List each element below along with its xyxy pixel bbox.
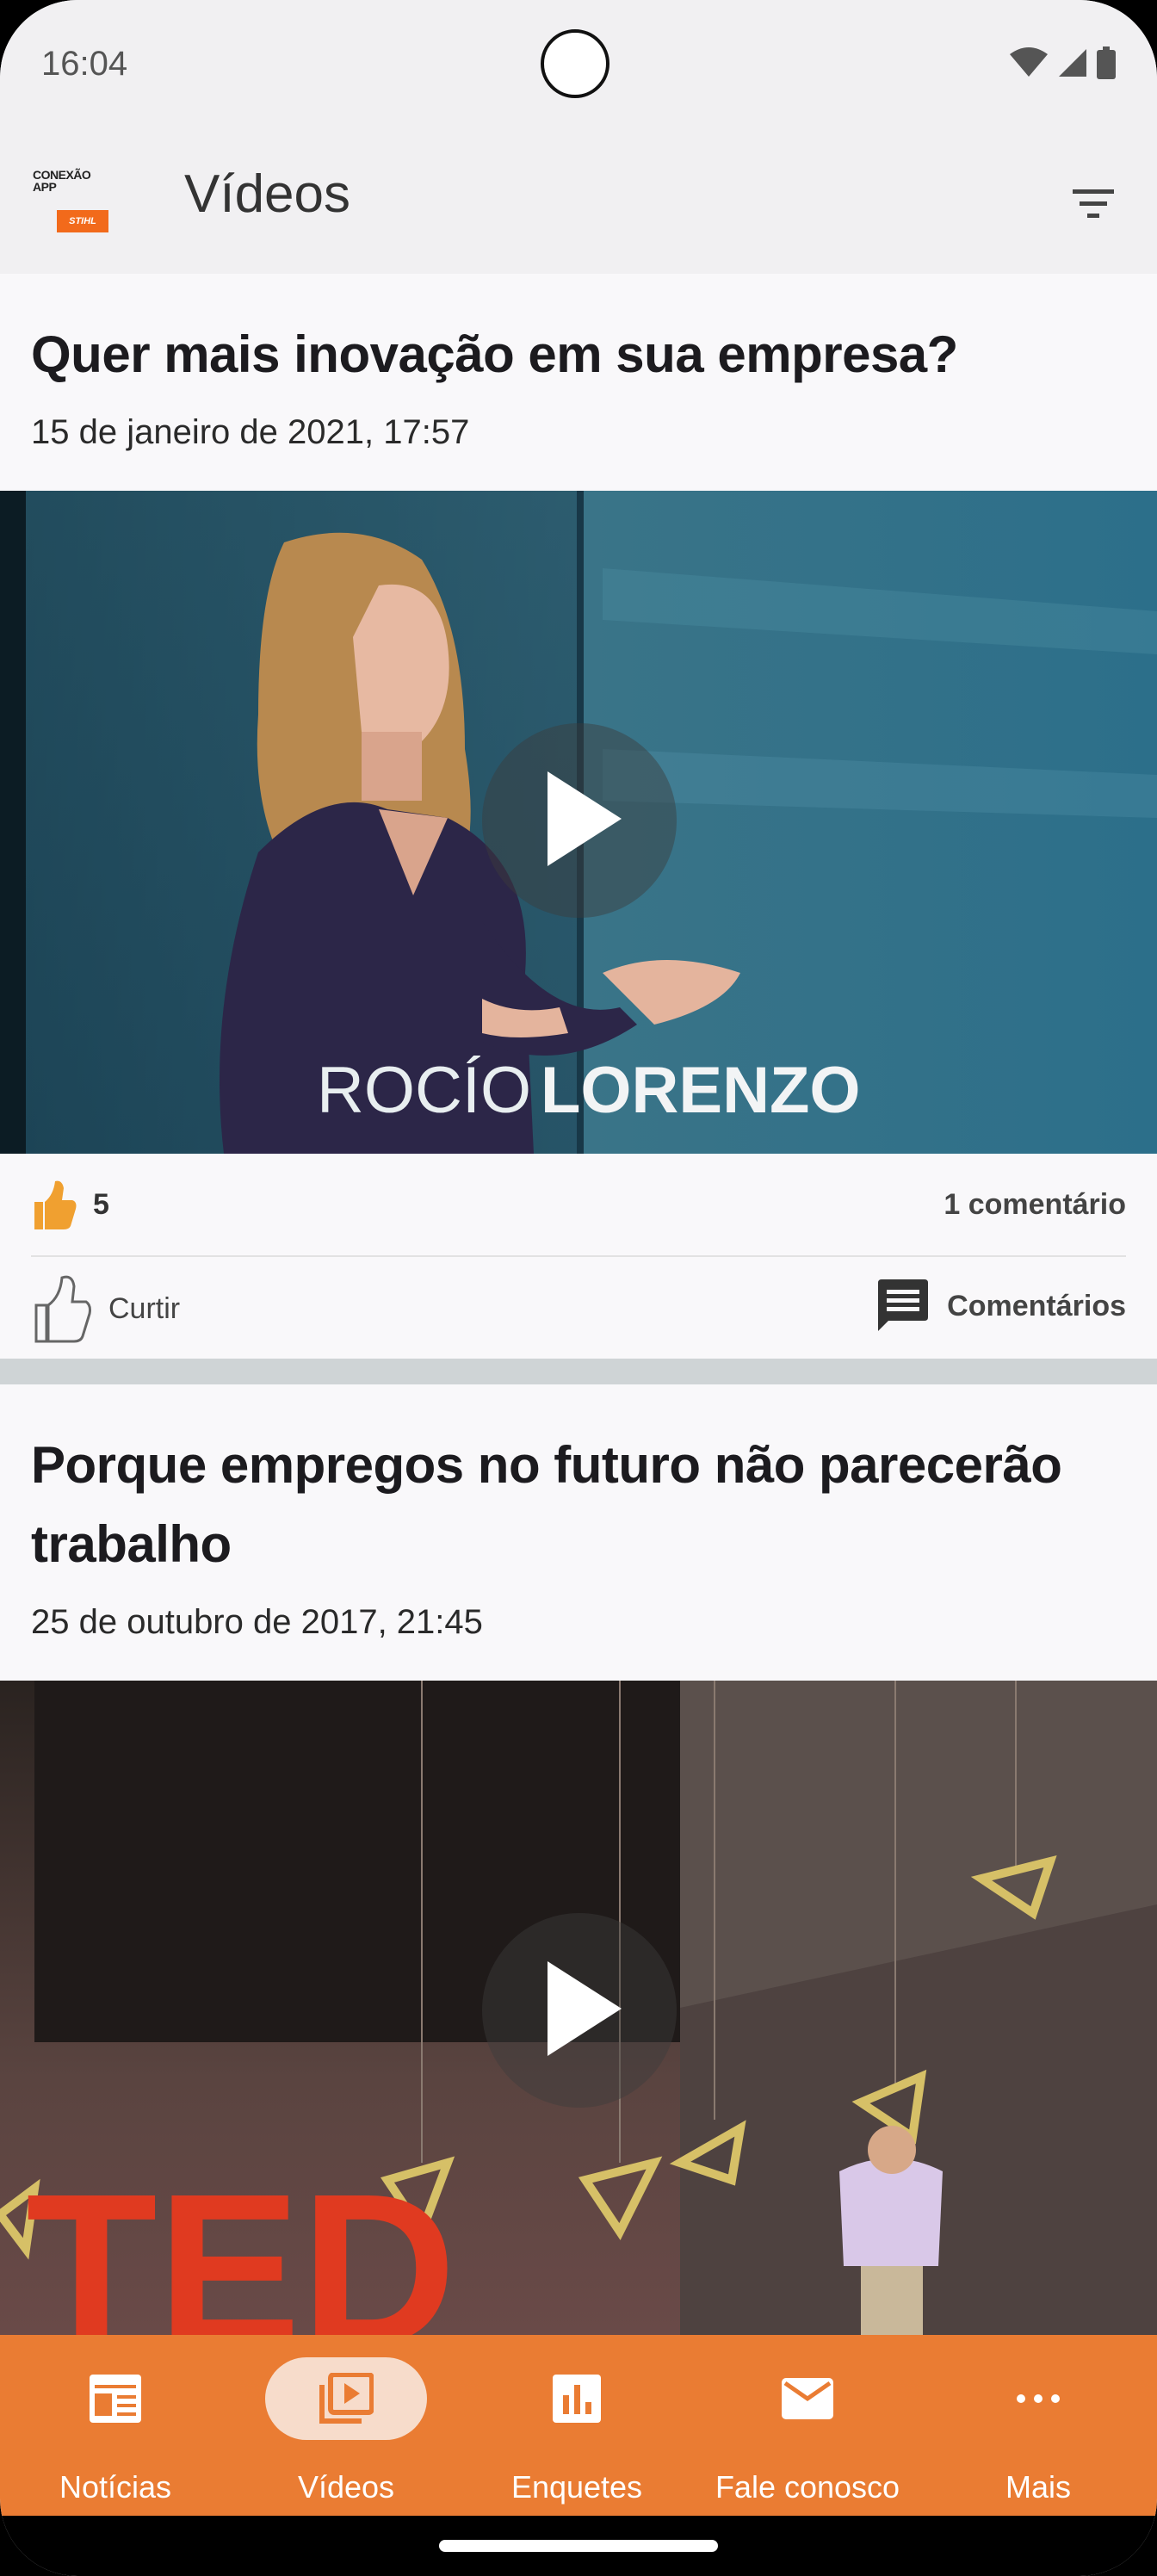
nav-item-enquetes[interactable]: Enquetes [461, 2335, 692, 2516]
post-divider [0, 1359, 1157, 1384]
caption-first: ROCÍO [317, 1054, 531, 1127]
wifi-icon [1010, 47, 1048, 77]
nav-label: Enquetes [510, 2469, 643, 2505]
front-camera [541, 29, 609, 98]
nav-label: Notícias [59, 2469, 172, 2505]
thumbs-up-filled-icon [34, 1180, 77, 1229]
caption-last: LORENZO [541, 1054, 861, 1127]
post-date: 15 de janeiro de 2021, 17:57 [31, 413, 470, 451]
battery-icon [1097, 46, 1116, 79]
post-title[interactable]: Quer mais inovação em sua empresa? [0, 274, 1157, 394]
thumbs-up-outline-icon [34, 1275, 91, 1343]
phone-screen: 16:04 CONEXÃO APP STIHL Vídeos Quer mais… [0, 0, 1157, 2576]
poll-icon [553, 2375, 601, 2423]
nav-item-fale-conosco[interactable]: Fale conosco [692, 2335, 923, 2516]
video-post: Porque empregos no futuro não parecerão … [0, 1384, 1157, 2344]
gesture-area [0, 2516, 1157, 2576]
video-feed[interactable]: Quer mais inovação em sua empresa? 15 de… [0, 274, 1157, 2344]
play-button[interactable] [482, 723, 677, 918]
status-time: 16:04 [41, 45, 128, 83]
bottom-navigation: Notícias Vídeos Enquetes Fale conosco Ma… [0, 2335, 1157, 2516]
ted-logo: TED [26, 2149, 456, 2344]
play-icon [548, 771, 622, 866]
post-stats: 5 1 comentário [31, 1154, 1126, 1257]
status-bar: 16:04 [0, 0, 1157, 138]
comments-button[interactable]: Comentários [876, 1279, 1126, 1333]
logo-text: CONEXÃO APP [33, 168, 91, 194]
video-library-icon [319, 2373, 374, 2424]
play-button[interactable] [482, 1913, 677, 2108]
nav-item-videos[interactable]: Vídeos [231, 2335, 461, 2516]
like-button[interactable]: Curtir [31, 1273, 180, 1345]
nav-item-mais[interactable]: Mais [923, 2335, 1154, 2516]
logo-brand: STIHL [57, 210, 108, 232]
post-actions: Curtir Comentários [31, 1257, 1126, 1359]
more-icon [1017, 2394, 1060, 2403]
play-icon [548, 1961, 622, 2056]
app-logo: CONEXÃO APP STIHL [33, 169, 115, 238]
news-icon [90, 2375, 141, 2423]
comment-icon [878, 1279, 929, 1331]
nav-item-noticias[interactable]: Notícias [0, 2335, 231, 2516]
app-bar: CONEXÃO APP STIHL Vídeos [0, 138, 1157, 274]
video-thumbnail[interactable]: ROCÍO LORENZO [0, 491, 1157, 1154]
comments-label: Comentários [947, 1289, 1126, 1322]
likes-summary[interactable]: 5 [31, 1178, 109, 1231]
video-thumbnail[interactable]: TED [0, 1681, 1157, 2344]
post-date: 25 de outubro de 2017, 21:45 [31, 1603, 483, 1641]
post-title[interactable]: Porque empregos no futuro não parecerão … [0, 1384, 1157, 1584]
nav-label: Vídeos [297, 2469, 395, 2505]
comments-count[interactable]: 1 comentário [944, 1188, 1126, 1222]
signal-icon [1059, 49, 1086, 77]
page-title: Vídeos [184, 164, 351, 224]
home-indicator[interactable] [439, 2540, 718, 2552]
filter-icon[interactable] [1071, 184, 1116, 222]
mail-icon [782, 2378, 833, 2419]
system-icons [1009, 46, 1116, 79]
likes-count: 5 [93, 1187, 109, 1221]
video-post: Quer mais inovação em sua empresa? 15 de… [0, 274, 1157, 1359]
like-label: Curtir [108, 1291, 181, 1325]
nav-label: Fale conosco [715, 2469, 900, 2505]
nav-label: Mais [1005, 2469, 1071, 2505]
